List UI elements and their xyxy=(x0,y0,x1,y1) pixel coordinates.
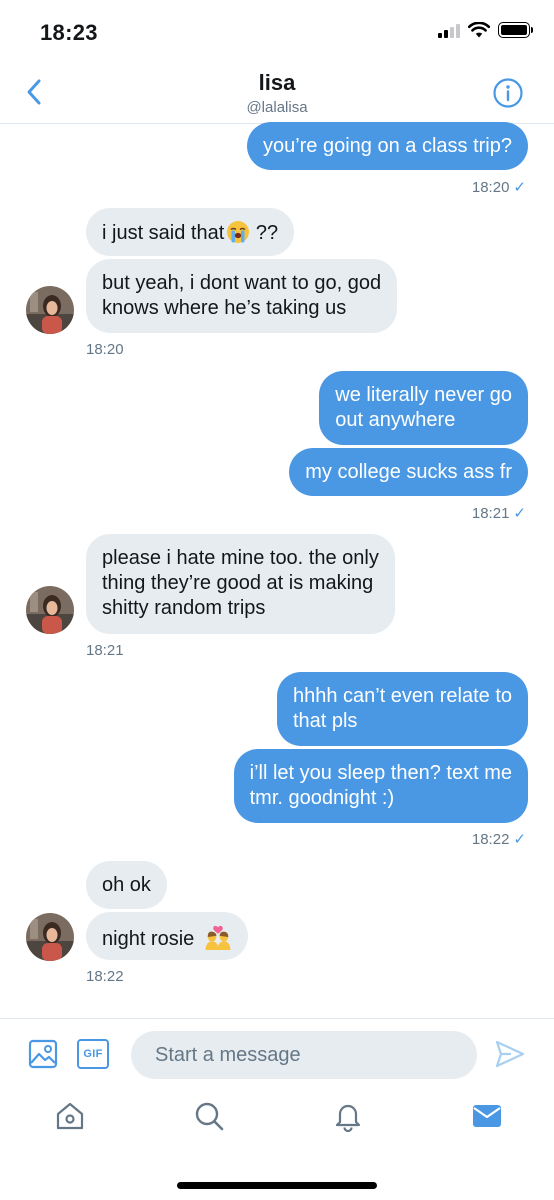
message-input[interactable] xyxy=(131,1031,477,1079)
loudly-crying-face-icon xyxy=(227,221,250,243)
avatar-photo xyxy=(26,913,74,961)
send-button[interactable] xyxy=(494,1039,526,1074)
timestamp-text: 18:21 xyxy=(86,642,124,659)
contact-handle: @lalalisa xyxy=(246,99,308,116)
message-timestamp: 18:20 xyxy=(86,341,124,358)
contact-avatar[interactable] xyxy=(26,913,74,961)
timestamp-text: 18:22 xyxy=(86,968,124,985)
sent-message[interactable]: i’ll let you sleep then? text me tmr. go… xyxy=(233,749,528,823)
message-line: that pls xyxy=(292,710,358,732)
timestamp-text: 18:21 xyxy=(471,505,510,522)
received-message[interactable]: but yeah, i dont want to go, god knows w… xyxy=(86,259,398,333)
message-text: night rosie xyxy=(102,928,195,950)
contact-avatar[interactable] xyxy=(26,586,74,634)
battery-icon xyxy=(498,22,533,38)
tab-search[interactable] xyxy=(191,1098,227,1134)
timestamp-text: 18:20 xyxy=(471,179,510,196)
gif-button[interactable]: GIF xyxy=(77,1039,109,1069)
message-text: my college sucks ass fr xyxy=(305,461,512,483)
avatar-photo xyxy=(26,286,74,334)
tab-messages[interactable] xyxy=(469,1098,505,1134)
gif-label: GIF xyxy=(83,1048,103,1060)
timestamp-text: 18:20 xyxy=(86,341,124,358)
send-icon xyxy=(495,1040,525,1068)
message-text: you’re going on a class trip? xyxy=(262,135,512,157)
search-icon xyxy=(195,1102,224,1131)
message-line: i’ll let you sleep then? text me xyxy=(249,762,512,784)
message-timestamp: 18:20 ✓ xyxy=(472,178,526,196)
status-time: 18:23 xyxy=(40,20,98,45)
message-line: we literally never go xyxy=(335,384,512,406)
message-timestamp: 18:22 ✓ xyxy=(472,830,526,848)
bell-icon xyxy=(335,1104,361,1132)
info-icon xyxy=(493,78,523,108)
read-check-icon: ✓ xyxy=(513,831,526,848)
envelope-icon xyxy=(473,1105,501,1127)
avatar-photo xyxy=(26,586,74,634)
media-button[interactable] xyxy=(28,1039,58,1074)
message-line: but yeah, i dont want to go, god xyxy=(102,272,382,294)
status-bar: 18:23 xyxy=(0,0,554,62)
read-check-icon: ✓ xyxy=(513,505,526,522)
message-line: thing they’re good at is making xyxy=(102,572,374,594)
cellular-signal-icon xyxy=(438,22,460,38)
couple-with-heart-icon xyxy=(205,925,231,950)
sent-message[interactable]: we literally never go out anywhere xyxy=(319,371,528,445)
message-line: please i hate mine too. the only xyxy=(102,547,379,569)
message-line: tmr. goodnight :) xyxy=(249,787,395,809)
message-composer: GIF xyxy=(0,1018,554,1092)
sent-message[interactable]: my college sucks ass fr xyxy=(289,448,528,496)
message-timestamp: 18:22 xyxy=(86,968,124,985)
received-message[interactable]: i just said that ?? xyxy=(86,208,295,256)
timestamp-text: 18:22 xyxy=(471,831,510,848)
sent-message[interactable]: you’re going on a class trip? xyxy=(246,122,528,170)
image-icon xyxy=(28,1039,58,1069)
message-line: out anywhere xyxy=(335,409,456,431)
message-timestamp: 18:21 xyxy=(86,642,124,659)
tab-home[interactable] xyxy=(52,1098,88,1134)
read-check-icon: ✓ xyxy=(513,179,526,196)
bottom-tab-bar xyxy=(0,1092,554,1152)
tab-notifications[interactable] xyxy=(330,1098,366,1134)
received-message[interactable]: night rosie xyxy=(86,912,248,960)
message-line: shitty random trips xyxy=(102,597,266,619)
sent-message[interactable]: hhhh can’t even relate to that pls xyxy=(276,672,528,746)
contact-name: lisa xyxy=(258,70,296,95)
message-text-suffix: ?? xyxy=(250,222,279,244)
home-indicator xyxy=(177,1182,377,1189)
message-text: i just said that xyxy=(102,222,225,244)
message-line: hhhh can’t even relate to xyxy=(292,685,512,707)
info-button[interactable] xyxy=(492,77,524,109)
message-text: oh ok xyxy=(102,874,151,896)
received-message[interactable]: please i hate mine too. the only thing t… xyxy=(86,534,395,634)
message-line: knows where he’s taking us xyxy=(102,297,347,319)
contact-avatar[interactable] xyxy=(26,286,74,334)
home-icon xyxy=(56,1102,84,1130)
conversation-title-block[interactable]: lisa @lalalisa xyxy=(0,70,554,116)
message-timestamp: 18:21 ✓ xyxy=(472,504,526,522)
conversation-header: lisa @lalalisa xyxy=(0,62,554,124)
received-message[interactable]: oh ok xyxy=(86,861,167,909)
status-icons xyxy=(438,22,533,38)
wifi-icon xyxy=(468,22,490,38)
